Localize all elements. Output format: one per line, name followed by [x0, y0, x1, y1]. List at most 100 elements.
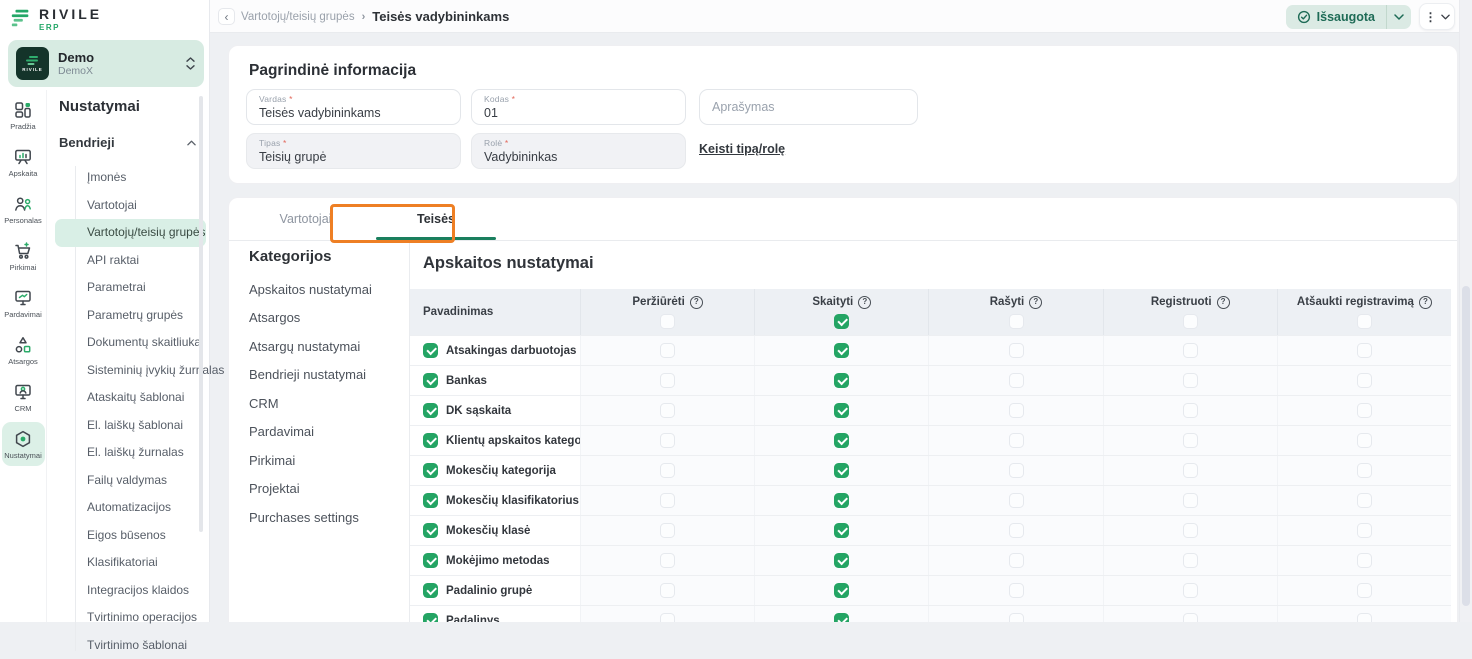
sidebar-item[interactable]: Vartotojų/teisių grupės	[55, 219, 206, 247]
sidebar-item[interactable]: Parametrai	[47, 274, 210, 302]
checkbox-unchecked[interactable]	[660, 373, 675, 388]
checkbox-checked[interactable]	[834, 553, 849, 568]
checkbox-checked[interactable]	[834, 583, 849, 598]
checkbox-checked[interactable]	[423, 493, 438, 508]
tab-0[interactable]: Vartotojai	[249, 198, 362, 240]
nav-rail-item-apskaita[interactable]: Apskaita	[2, 139, 45, 186]
checkbox-unchecked[interactable]	[1009, 433, 1024, 448]
category-item[interactable]: Atsargų nustatymai	[249, 332, 407, 361]
checkbox-unchecked[interactable]	[1183, 403, 1198, 418]
saved-button[interactable]: Išsaugota	[1286, 5, 1386, 29]
sidebar-item[interactable]: Tvirtinimo šablonai	[47, 632, 210, 659]
sidebar-item[interactable]: El. laiškų šablonai	[47, 412, 210, 440]
checkbox-unchecked[interactable]	[660, 583, 675, 598]
checkbox-unchecked[interactable]	[1183, 373, 1198, 388]
checkbox-checked[interactable]	[423, 373, 438, 388]
checkbox-unchecked[interactable]	[1357, 403, 1372, 418]
sidebar-item[interactable]: API raktai	[47, 247, 210, 275]
nav-rail-item-crm[interactable]: CRM	[2, 374, 45, 421]
checkbox-unchecked[interactable]	[1183, 343, 1198, 358]
checkbox-unchecked[interactable]	[1009, 613, 1024, 622]
checkbox-unchecked[interactable]	[1357, 613, 1372, 622]
sidebar-item[interactable]: Eigos būsenos	[47, 522, 210, 550]
sidebar-item[interactable]: Failų valdymas	[47, 467, 210, 495]
category-item[interactable]: Pardavimai	[249, 418, 407, 447]
checkbox-unchecked[interactable]	[1183, 523, 1198, 538]
category-item[interactable]: Projektai	[249, 475, 407, 504]
category-item[interactable]: Bendrieji nustatymai	[249, 361, 407, 390]
vardas-field[interactable]: Vardas * Teisės vadybininkams	[246, 89, 461, 125]
checkbox-unchecked[interactable]	[1009, 373, 1024, 388]
checkbox-checked[interactable]	[834, 433, 849, 448]
checkbox-checked[interactable]	[423, 583, 438, 598]
back-button[interactable]: ‹	[218, 8, 235, 25]
checkbox-unchecked[interactable]	[1183, 553, 1198, 568]
sidebar-item[interactable]: Ataskaitų šablonai	[47, 384, 210, 412]
checkbox-unchecked[interactable]	[1009, 523, 1024, 538]
sidebar-item[interactable]: Sisteminių įvykių žurnalas	[47, 357, 210, 385]
change-type-role-link[interactable]: Keisti tipą/rolę	[699, 142, 785, 156]
sidebar-item[interactable]: Tvirtinimo operacijos	[47, 604, 210, 632]
checkbox-checked[interactable]	[423, 463, 438, 478]
more-actions-button[interactable]: ⋮	[1419, 3, 1455, 30]
category-item[interactable]: Atsargos	[249, 304, 407, 333]
tab-1[interactable]: Teisės	[374, 198, 498, 240]
checkbox-checked[interactable]	[834, 613, 849, 622]
help-icon[interactable]: ?	[1217, 296, 1230, 309]
checkbox-unchecked[interactable]	[1357, 463, 1372, 478]
page-scrollbar-thumb[interactable]	[1462, 286, 1470, 606]
checkbox-unchecked[interactable]	[1183, 433, 1198, 448]
checkbox-checked[interactable]	[423, 433, 438, 448]
checkbox-unchecked[interactable]	[1009, 553, 1024, 568]
checkbox-unchecked[interactable]	[1357, 553, 1372, 568]
sidebar-scrollbar[interactable]	[199, 96, 203, 532]
checkbox-unchecked[interactable]	[660, 493, 675, 508]
help-icon[interactable]: ?	[1029, 296, 1042, 309]
checkbox-unchecked[interactable]	[1009, 343, 1024, 358]
nav-rail-item-pardavimai[interactable]: Pardavimai	[2, 280, 45, 327]
checkbox-unchecked[interactable]	[1009, 314, 1024, 329]
workspace-selector[interactable]: RIVILE Demo DemoX	[8, 40, 204, 87]
checkbox-checked[interactable]	[423, 613, 438, 622]
help-icon[interactable]: ?	[858, 296, 871, 309]
checkbox-unchecked[interactable]	[1183, 463, 1198, 478]
checkbox-unchecked[interactable]	[660, 463, 675, 478]
nav-rail-item-personalas[interactable]: Personalas	[2, 186, 45, 233]
checkbox-unchecked[interactable]	[1357, 373, 1372, 388]
checkbox-unchecked[interactable]	[660, 314, 675, 329]
aprasymas-field[interactable]: Aprašymas	[699, 89, 918, 125]
sidebar-item[interactable]: Klasifikatoriai	[47, 549, 210, 577]
nav-rail-item-nustatymai[interactable]: Nustatymai	[2, 422, 45, 466]
checkbox-checked[interactable]	[834, 343, 849, 358]
checkbox-unchecked[interactable]	[1357, 493, 1372, 508]
saved-dropdown-button[interactable]	[1387, 5, 1411, 29]
checkbox-unchecked[interactable]	[660, 613, 675, 622]
checkbox-unchecked[interactable]	[1009, 463, 1024, 478]
checkbox-unchecked[interactable]	[660, 523, 675, 538]
sidebar-item[interactable]: Vartotojai	[47, 192, 210, 220]
breadcrumb-parent[interactable]: Vartotojų/teisių grupės	[241, 11, 355, 23]
help-icon[interactable]: ?	[1419, 296, 1432, 309]
checkbox-unchecked[interactable]	[1009, 403, 1024, 418]
checkbox-unchecked[interactable]	[1183, 493, 1198, 508]
checkbox-checked[interactable]	[834, 523, 849, 538]
checkbox-checked[interactable]	[834, 314, 849, 329]
checkbox-unchecked[interactable]	[1183, 613, 1198, 622]
category-item[interactable]: Purchases settings	[249, 503, 407, 532]
checkbox-unchecked[interactable]	[1357, 343, 1372, 358]
sidebar-item[interactable]: Parametrų grupės	[47, 302, 210, 330]
checkbox-unchecked[interactable]	[1357, 583, 1372, 598]
sidebar-item[interactable]: Dokumentų skaitliukai	[47, 329, 210, 357]
checkbox-checked[interactable]	[423, 403, 438, 418]
page-scrollbar-track[interactable]	[1459, 0, 1472, 622]
checkbox-unchecked[interactable]	[1357, 433, 1372, 448]
category-item[interactable]: CRM	[249, 389, 407, 418]
checkbox-unchecked[interactable]	[1009, 583, 1024, 598]
checkbox-unchecked[interactable]	[1183, 583, 1198, 598]
checkbox-unchecked[interactable]	[1183, 314, 1198, 329]
category-item[interactable]: Apskaitos nustatymai	[249, 275, 407, 304]
checkbox-unchecked[interactable]	[1357, 314, 1372, 329]
checkbox-unchecked[interactable]	[1009, 493, 1024, 508]
sidebar-item[interactable]: El. laiškų žurnalas	[47, 439, 210, 467]
checkbox-unchecked[interactable]	[660, 553, 675, 568]
